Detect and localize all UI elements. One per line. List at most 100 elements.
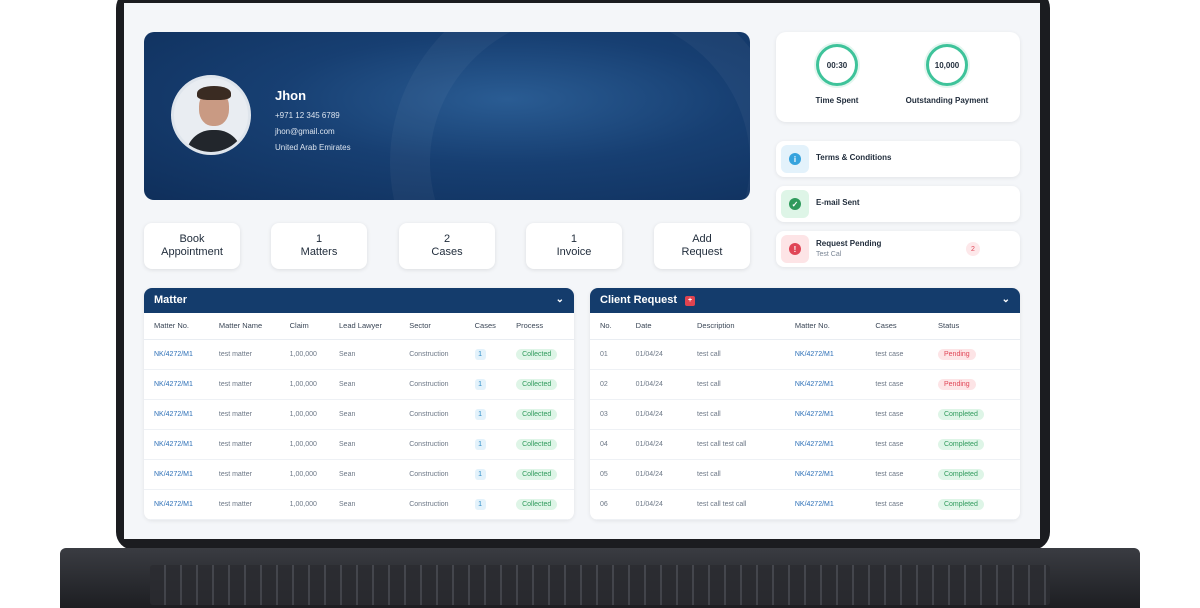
matter-number-link[interactable]: NK/4272/M1 bbox=[154, 441, 193, 448]
table-cell: test call test call bbox=[697, 500, 747, 508]
table-cell: test matter bbox=[218, 380, 252, 388]
column-header: Matter Name bbox=[208, 313, 280, 340]
table-cell: test call test call bbox=[697, 440, 747, 448]
profile-email: jhon@gmail.com bbox=[275, 127, 335, 136]
column-header: Date bbox=[625, 313, 687, 340]
status-badge: Collected bbox=[516, 408, 558, 420]
table-row[interactable]: 05 01/04/24 test call NK/4272/M1 test case Co… bbox=[590, 459, 1020, 490]
matter-number-link[interactable]: NK/4272/M1 bbox=[795, 381, 834, 388]
matter-number-link[interactable]: NK/4272/M1 bbox=[154, 381, 193, 388]
cases-count-badge: 1 bbox=[474, 408, 486, 420]
book-appointment-button[interactable]: Book Appointment bbox=[144, 223, 240, 269]
table-cell: test matter bbox=[218, 350, 252, 358]
matter-number-link[interactable]: NK/4272/M1 bbox=[795, 441, 834, 448]
status-badge: Collected bbox=[516, 348, 558, 360]
matter-panel-header[interactable]: Matter ⌄ bbox=[144, 288, 574, 313]
matter-number-link[interactable]: NK/4272/M1 bbox=[154, 471, 193, 478]
table-cell: Construction bbox=[409, 380, 449, 388]
table-cell: 01/04/24 bbox=[635, 440, 663, 448]
invoice-button[interactable]: 1 Invoice bbox=[526, 223, 622, 269]
add-request-button[interactable]: Add Request bbox=[654, 223, 750, 269]
table-cell: 1,00,000 bbox=[289, 470, 317, 478]
table-row[interactable]: NK/4272/M1 test matter 1,00,000 Sean Constru… bbox=[144, 459, 574, 490]
chevron-down-icon[interactable]: ⌄ bbox=[556, 294, 564, 305]
table-cell: Sean bbox=[339, 350, 356, 358]
matter-panel: Matter ⌄ Matter No. Matter Name Claim Lead … bbox=[144, 288, 574, 520]
table-row[interactable]: NK/4272/M1 test matter 1,00,000 Sean Constru… bbox=[144, 369, 574, 400]
profile-phone: +971 12 345 6789 bbox=[275, 111, 340, 120]
column-header: Matter No. bbox=[144, 313, 209, 340]
table-cell: 03 bbox=[600, 410, 608, 418]
table-cell: 05 bbox=[600, 470, 608, 478]
notice-text: Terms & Conditions bbox=[816, 153, 892, 162]
table-cell: test matter bbox=[218, 410, 252, 418]
table-cell: Construction bbox=[409, 410, 449, 418]
table-cell: 01/04/24 bbox=[635, 500, 663, 508]
matter-number-link[interactable]: NK/4272/M1 bbox=[795, 501, 834, 508]
matter-number-link[interactable]: NK/4272/M1 bbox=[154, 351, 193, 358]
table-cell: 1,00,000 bbox=[289, 350, 317, 358]
client-request-panel-header[interactable]: Client Request + ⌄ bbox=[590, 288, 1020, 313]
notice-email-sent[interactable]: ✓ E-mail Sent bbox=[776, 186, 1020, 222]
column-header: Status bbox=[927, 313, 1020, 340]
table-row[interactable]: 04 01/04/24 test call test call NK/4272/M1 t… bbox=[590, 429, 1020, 460]
table-row[interactable]: NK/4272/M1 test matter 1,00,000 Sean Constru… bbox=[144, 489, 574, 520]
matter-number-link[interactable]: NK/4272/M1 bbox=[154, 501, 193, 508]
add-request-badge[interactable]: + bbox=[685, 296, 696, 306]
table-cell: test case bbox=[875, 350, 904, 358]
table-row[interactable]: 06 01/04/24 test call test call NK/4272/M1 t… bbox=[590, 489, 1020, 520]
table-cell: Sean bbox=[339, 500, 356, 508]
table-cell: test matter bbox=[218, 470, 252, 478]
cases-count-badge: 1 bbox=[474, 378, 486, 390]
table-cell: 1,00,000 bbox=[289, 440, 317, 448]
table-cell: test call bbox=[697, 410, 721, 418]
table-cell: 01/04/24 bbox=[635, 350, 663, 358]
table-cell: test call bbox=[697, 350, 721, 358]
table-row[interactable]: 03 01/04/24 test call NK/4272/M1 test case Co… bbox=[590, 399, 1020, 430]
cases-button[interactable]: 2 Cases bbox=[399, 223, 495, 269]
profile-name: Jhon bbox=[275, 88, 307, 103]
column-header: Cases bbox=[865, 313, 928, 340]
check-icon: ✓ bbox=[781, 190, 809, 218]
column-header: Description bbox=[687, 313, 785, 340]
table-row[interactable]: NK/4272/M1 test matter 1,00,000 Sean Constru… bbox=[144, 399, 574, 430]
matter-number-link[interactable]: NK/4272/M1 bbox=[795, 411, 834, 418]
table-cell: 01/04/24 bbox=[635, 470, 663, 478]
table-row[interactable]: NK/4272/M1 test matter 1,00,000 Sean Constru… bbox=[144, 339, 574, 370]
stat-label: Outstanding Payment bbox=[905, 96, 989, 105]
table-row[interactable]: 01 01/04/24 test call NK/4272/M1 test case Pe… bbox=[590, 339, 1020, 370]
notice-request-pending[interactable]: ! Request Pending Test Cal 2 bbox=[776, 231, 1020, 267]
table-cell: Sean bbox=[339, 380, 356, 388]
table-cell: 01 bbox=[600, 350, 608, 358]
column-header: Process bbox=[506, 313, 574, 340]
chevron-down-icon[interactable]: ⌄ bbox=[1002, 294, 1010, 305]
notice-subtext: Test Cal bbox=[816, 251, 842, 258]
table-cell: test call bbox=[697, 380, 721, 388]
table-cell: Sean bbox=[339, 410, 356, 418]
notice-count-badge: 2 bbox=[966, 242, 980, 256]
table-cell: test case bbox=[875, 410, 904, 418]
client-request-table: No. Date Description Matter No. Cases Status … bbox=[590, 313, 1020, 520]
status-badge: Completed bbox=[937, 438, 984, 450]
client-request-panel-title: Client Request bbox=[600, 294, 678, 306]
status-badge: Collected bbox=[516, 378, 558, 390]
matter-number-link[interactable]: NK/4272/M1 bbox=[795, 471, 834, 478]
table-cell: Construction bbox=[409, 350, 449, 358]
matter-number-link[interactable]: NK/4272/M1 bbox=[795, 351, 834, 358]
table-cell: 02 bbox=[600, 380, 608, 388]
table-cell: 04 bbox=[600, 440, 608, 448]
table-cell: Construction bbox=[409, 470, 449, 478]
table-cell: test case bbox=[875, 470, 904, 478]
table-cell: Construction bbox=[409, 500, 449, 508]
matter-number-link[interactable]: NK/4272/M1 bbox=[154, 411, 193, 418]
table-row[interactable]: 02 01/04/24 test call NK/4272/M1 test case Pe… bbox=[590, 369, 1020, 400]
status-badge: Pending bbox=[937, 348, 976, 360]
client-request-panel: Client Request + ⌄ No. Date Description Mat… bbox=[590, 288, 1020, 520]
column-header: Sector bbox=[399, 313, 465, 340]
notice-terms[interactable]: i Terms & Conditions bbox=[776, 141, 1020, 177]
table-cell: test matter bbox=[218, 500, 252, 508]
table-row[interactable]: NK/4272/M1 test matter 1,00,000 Sean Constru… bbox=[144, 429, 574, 460]
stats-card: 00:30 Time Spent 10,000 Outstanding Paym… bbox=[776, 32, 1020, 122]
column-header: No. bbox=[590, 313, 626, 340]
matters-button[interactable]: 1 Matters bbox=[271, 223, 367, 269]
